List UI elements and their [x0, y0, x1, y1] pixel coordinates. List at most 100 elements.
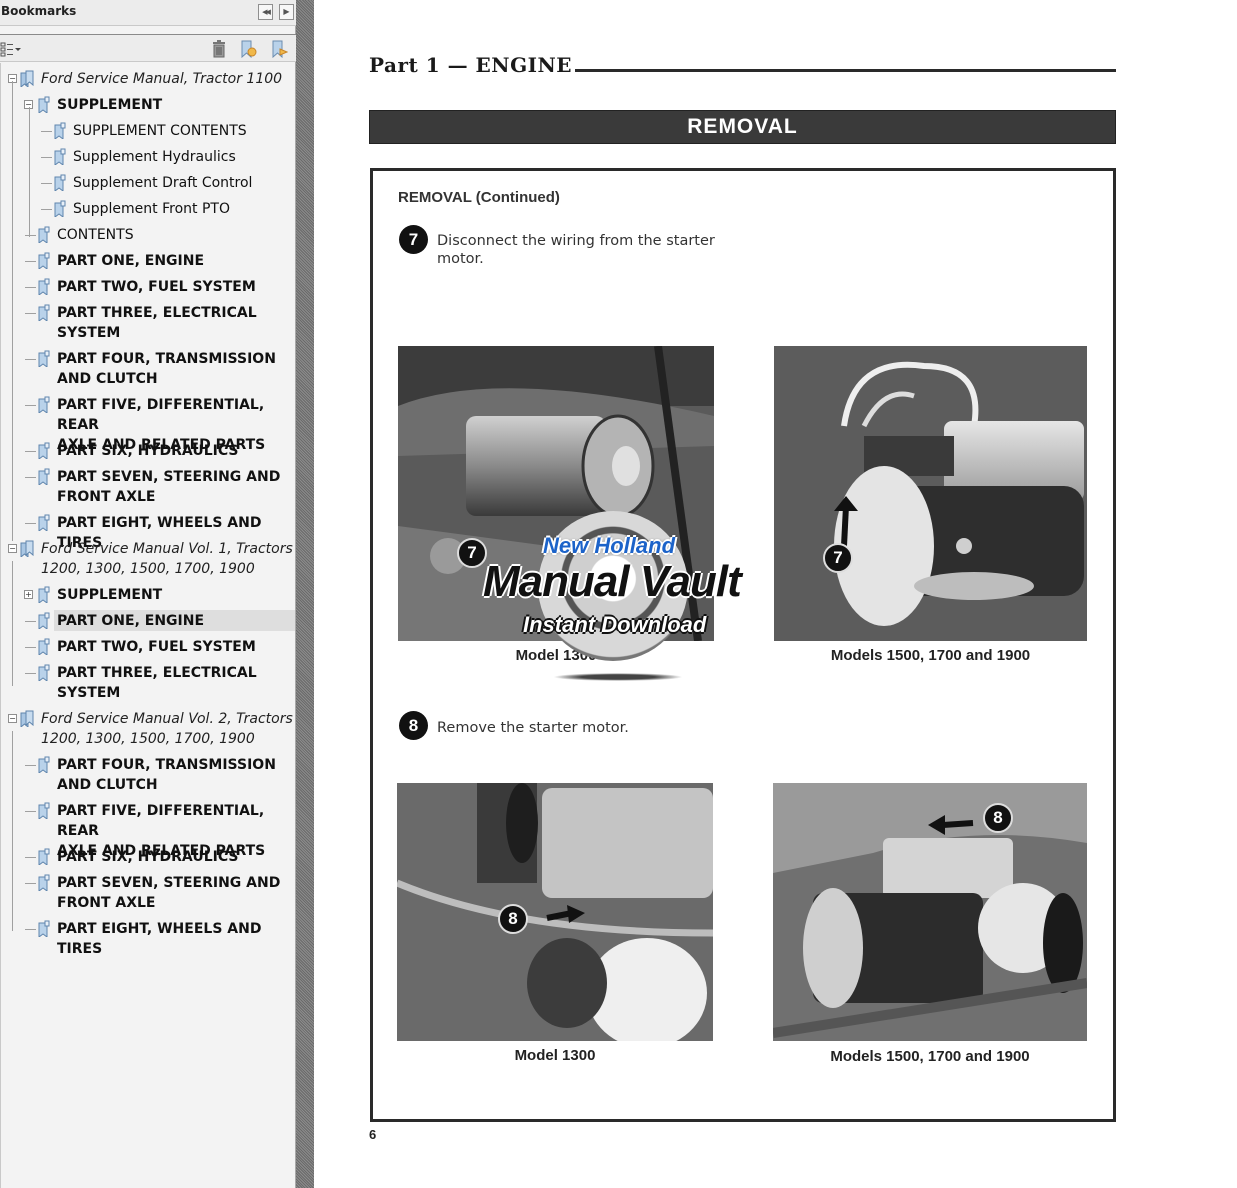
figure-caption: Models 1500, 1700 and 1900: [830, 647, 1031, 664]
bookmark-item[interactable]: PART FIVE, DIFFERENTIAL, REAR AXLE AND R…: [1, 395, 295, 453]
bookmark-group-icon: [20, 540, 34, 557]
bookmark-item[interactable]: − SUPPLEMENT: [1, 95, 295, 121]
bookmark-item[interactable]: − Ford Service Manual Vol. 1, Tractors 12…: [1, 539, 295, 585]
bookmark-item[interactable]: Supplement Front PTO: [1, 199, 295, 225]
expand-icon[interactable]: +: [24, 590, 33, 599]
watermark-logo: New Holland Manual Vault Instant Downloa…: [483, 511, 753, 691]
bookmark-label: Ford Service Manual Vol. 1, Tractors 120…: [41, 541, 293, 577]
bookmark-item[interactable]: − Ford Service Manual, Tractor 1100: [1, 69, 295, 95]
bookmark-label: Ford Service Manual, Tractor 1100: [41, 71, 283, 87]
bookmark-item[interactable]: PART SEVEN, STEERING AND FRONT AXLE: [1, 467, 295, 513]
tree-connector: [25, 647, 36, 648]
bookmark-item[interactable]: PART SIX, HYDRAULICS: [1, 441, 295, 467]
tree-guide-line: [12, 81, 13, 541]
new-bookmark-button[interactable]: [239, 40, 257, 59]
bookmark-label: PART TWO, FUEL SYSTEM: [57, 639, 256, 655]
bookmark-label: PART ONE, ENGINE: [57, 253, 205, 269]
bookmark-label: PART SIX, HYDRAULICS: [57, 849, 239, 865]
bookmark-item[interactable]: + SUPPLEMENT: [1, 585, 295, 611]
chevron-right-icon: ▶: [283, 7, 290, 16]
bookmark-group-icon: [20, 710, 34, 727]
options-menu-button[interactable]: [0, 40, 24, 58]
tree-guide-line: [12, 731, 13, 931]
bookmark-icon: [38, 350, 50, 367]
bookmark-item[interactable]: PART TWO, FUEL SYSTEM: [1, 637, 295, 663]
bookmark-label: PART THREE, ELECTRICAL SYSTEM: [57, 665, 257, 701]
double-chevron-left-icon: ◀◀: [262, 8, 271, 16]
bookmark-item[interactable]: PART THREE, ELECTRICAL SYSTEM: [1, 303, 295, 349]
watermark-brand: New Holland: [543, 533, 676, 558]
bookmark-label: PART EIGHT, WHEELS AND TIRES: [57, 921, 262, 957]
bookmark-icon: [38, 756, 50, 773]
bookmark-label: SUPPLEMENT: [57, 587, 163, 603]
figure-caption: Model 1300: [514, 1047, 596, 1064]
tree-connector: [25, 261, 36, 262]
bookmark-item[interactable]: PART EIGHT, WHEELS AND TIRES: [1, 513, 295, 551]
tree-connector: [41, 131, 52, 132]
bookmark-icon: [38, 638, 50, 655]
trash-icon: [213, 40, 225, 58]
document-page: Part 1 — ENGINE REMOVAL REMOVAL (Continu…: [314, 0, 1237, 1188]
bookmark-item[interactable]: Supplement Hydraulics: [1, 147, 295, 173]
tree-connector: [41, 209, 52, 210]
tree-connector: [25, 359, 36, 360]
bookmark-icon: [38, 252, 50, 269]
bookmark-item[interactable]: PART FIVE, DIFFERENTIAL, REAR AXLE AND R…: [1, 801, 295, 859]
bookmark-item[interactable]: PART EIGHT, WHEELS AND TIRES: [1, 919, 295, 957]
title-rule: [575, 69, 1116, 72]
figure-photo: [774, 346, 1087, 641]
bookmark-icon: [38, 920, 50, 937]
step-number-badge: 7: [399, 225, 428, 254]
bookmark-label: PART FOUR, TRANSMISSION AND CLUTCH: [57, 351, 276, 387]
page-number: 6: [369, 1127, 377, 1142]
bookmark-item[interactable]: PART FOUR, TRANSMISSION AND CLUTCH: [1, 755, 295, 801]
panel-splitter[interactable]: [296, 0, 314, 1188]
bookmark-icon: [38, 468, 50, 485]
expand-current-bookmark-button[interactable]: [270, 40, 289, 59]
bookmark-icon: [38, 664, 50, 681]
bookmark-item[interactable]: PART TWO, FUEL SYSTEM: [1, 277, 295, 303]
tree-connector: [25, 313, 36, 314]
expand-panel-button[interactable]: ▶: [279, 4, 294, 20]
figure-callout: 8: [983, 803, 1013, 833]
bookmark-item[interactable]: PART THREE, ELECTRICAL SYSTEM: [1, 663, 295, 709]
bookmark-label: PART FOUR, TRANSMISSION AND CLUTCH: [57, 757, 276, 793]
bookmark-item[interactable]: PART SEVEN, STEERING AND FRONT AXLE: [1, 873, 295, 919]
bookmark-item[interactable]: PART ONE, ENGINE: [1, 610, 295, 637]
tree-connector: [25, 451, 36, 452]
bookmark-tree: − Ford Service Manual, Tractor 1100− SUPPL…: [0, 63, 295, 1188]
bookmark-icon: [38, 586, 50, 603]
bookmark-icon: [38, 96, 50, 113]
content-frame: REMOVAL (Continued) 7 Disconnect the wir…: [370, 168, 1116, 1122]
collapse-icon[interactable]: −: [8, 714, 17, 723]
bookmark-item[interactable]: SUPPLEMENT CONTENTS: [1, 121, 295, 147]
bookmark-label: SUPPLEMENT CONTENTS: [73, 123, 247, 139]
bookmark-label: SUPPLEMENT: [57, 97, 163, 113]
figure-photo: [773, 783, 1087, 1041]
bookmark-item[interactable]: PART SIX, HYDRAULICS: [1, 847, 295, 873]
bookmark-label: PART SIX, HYDRAULICS: [57, 443, 239, 459]
tree-connector: [25, 811, 36, 812]
collapse-icon[interactable]: −: [8, 544, 17, 553]
bookmark-icon: [38, 442, 50, 459]
bookmark-item[interactable]: Supplement Draft Control: [1, 173, 295, 199]
bookmark-item[interactable]: PART ONE, ENGINE: [1, 251, 295, 277]
bookmark-item[interactable]: CONTENTS: [1, 225, 295, 251]
tree-connector: [25, 621, 36, 622]
bookmark-icon: [38, 396, 50, 413]
tree-guide-line: [12, 561, 13, 686]
bookmarks-toolbar: [0, 34, 296, 62]
bookmark-icon: [38, 874, 50, 891]
tree-guide-line: [29, 107, 30, 237]
delete-bookmark-button[interactable]: [210, 40, 228, 58]
bookmark-item[interactable]: PART FOUR, TRANSMISSION AND CLUTCH: [1, 349, 295, 395]
bookmark-label: Supplement Draft Control: [73, 175, 253, 191]
bookmark-label: PART THREE, ELECTRICAL SYSTEM: [57, 305, 257, 341]
collapse-panel-button[interactable]: ◀◀: [258, 4, 273, 20]
bookmark-group-icon: [20, 70, 34, 87]
bookmark-label: Ford Service Manual Vol. 2, Tractors 120…: [41, 711, 293, 747]
starter-motor-photo: [773, 783, 1087, 1041]
bookmark-label: PART TWO, FUEL SYSTEM: [57, 279, 256, 295]
bookmark-item[interactable]: − Ford Service Manual Vol. 2, Tractors 12…: [1, 709, 295, 755]
figure-caption: Models 1500, 1700 and 1900: [830, 1048, 1030, 1065]
